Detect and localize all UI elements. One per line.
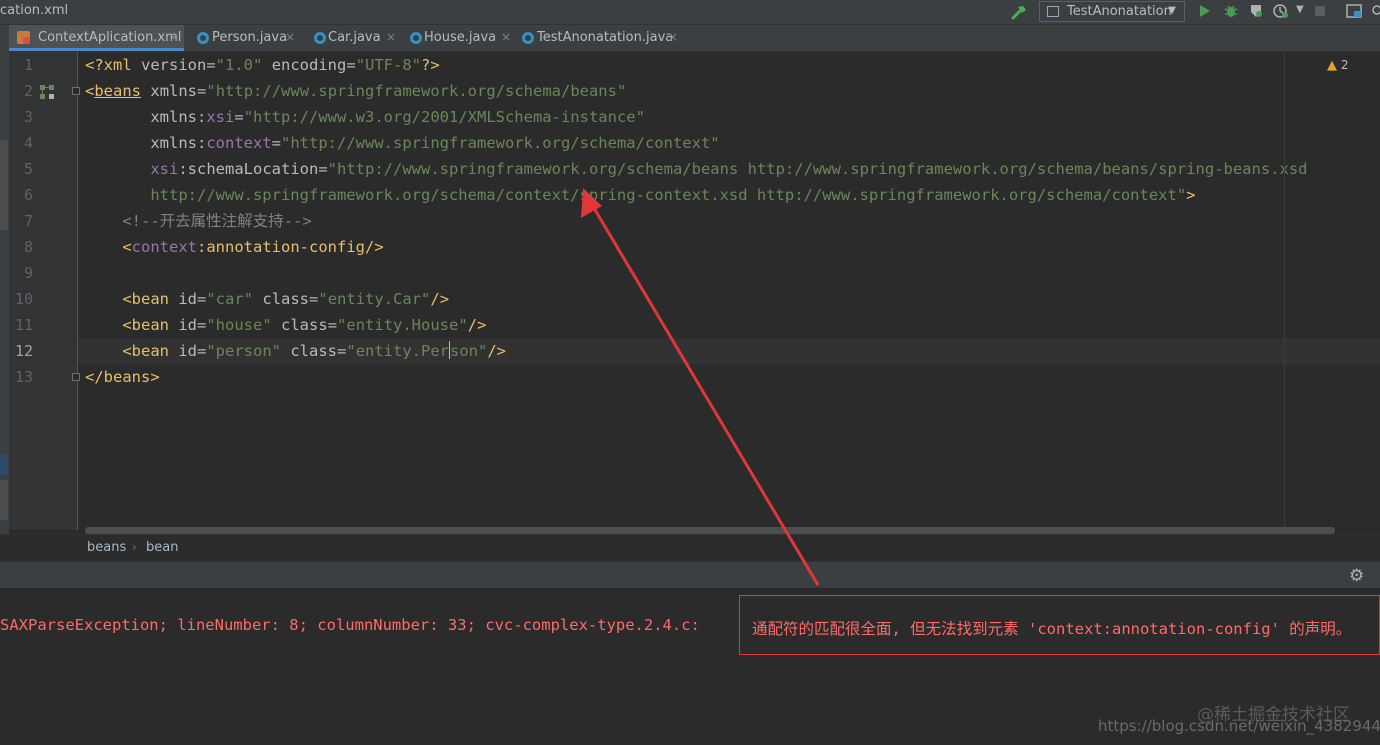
close-icon[interactable]: × bbox=[386, 30, 396, 44]
close-icon[interactable]: × bbox=[501, 30, 511, 44]
tab-testanonatation-java[interactable]: TestAnonatation.java × bbox=[514, 25, 684, 51]
spring-bean-icon[interactable] bbox=[39, 84, 55, 100]
line-number: 13 bbox=[14, 368, 33, 386]
tab-label: House.java bbox=[424, 30, 497, 45]
project-structure-icon[interactable] bbox=[1346, 3, 1362, 19]
build-hammer-icon[interactable] bbox=[1009, 2, 1029, 22]
tab-label: ContextAplication.xml bbox=[38, 30, 182, 45]
close-icon[interactable]: × bbox=[285, 30, 295, 44]
run-config-icon bbox=[1047, 6, 1059, 17]
code-line-2: <beans xmlns="http://www.springframework… bbox=[85, 82, 627, 100]
error-message-highlight: 通配符的匹配很全面, 但无法找到元素 'context:annotation-c… bbox=[752, 620, 1352, 638]
run-configuration-selector[interactable]: TestAnonatation ▼ bbox=[1039, 1, 1185, 22]
line-number: 9 bbox=[23, 264, 33, 282]
tool-strip-segment[interactable] bbox=[0, 455, 8, 475]
line-number-gutter[interactable]: 1 2 3 4 5 6 7 8 9 10 11 12 13 bbox=[9, 52, 77, 530]
code-line-6: http://www.springframework.org/schema/co… bbox=[150, 186, 1196, 204]
close-icon[interactable]: × bbox=[169, 30, 179, 44]
line-number: 3 bbox=[23, 108, 33, 126]
line-number: 1 bbox=[23, 56, 33, 74]
code-line-3: xmlns:xsi="http://www.w3.org/2001/XMLSch… bbox=[150, 108, 645, 126]
search-icon[interactable] bbox=[1370, 3, 1380, 19]
window-file-title: cation.xml bbox=[0, 3, 69, 18]
warnings-indicator[interactable]: ▲ 2 bbox=[1327, 58, 1348, 73]
chevron-right-icon: › bbox=[132, 540, 137, 554]
tab-label: Person.java bbox=[212, 30, 288, 45]
debug-bug-icon[interactable] bbox=[1223, 3, 1239, 19]
warning-icon: ▲ bbox=[1327, 58, 1337, 73]
chevron-down-icon: ▼ bbox=[1168, 5, 1176, 16]
error-message: SAXParseException; lineNumber: 8; column… bbox=[0, 616, 700, 634]
editor-tab-bar: ContextAplication.xml × Person.java × Ca… bbox=[9, 25, 1380, 52]
xml-file-icon bbox=[17, 31, 30, 44]
tool-strip-segment[interactable] bbox=[0, 140, 8, 230]
java-class-icon bbox=[314, 32, 326, 44]
error-highlight-box: 通配符的匹配很全面, 但无法找到元素 'context:annotation-c… bbox=[739, 595, 1380, 655]
profile-icon[interactable] bbox=[1272, 3, 1290, 19]
gear-icon[interactable]: ⚙ bbox=[1349, 566, 1364, 586]
line-number-current: 12 bbox=[14, 342, 33, 360]
watermark-url: https://blog.csdn.net/weixin_43829443 bbox=[1098, 717, 1380, 735]
code-line-12: <bean id="person" class="entity.Person"/… bbox=[122, 341, 507, 360]
coverage-shield-icon[interactable] bbox=[1248, 3, 1264, 19]
code-line-5: xsi:schemaLocation="http://www.springfra… bbox=[150, 160, 1308, 178]
tab-house-java[interactable]: House.java × bbox=[402, 25, 517, 51]
code-line-8: <context:annotation-config/> bbox=[122, 238, 384, 256]
code-line-1: <?xml version="1.0" encoding="UTF-8"?> bbox=[85, 56, 440, 74]
line-number: 2 bbox=[23, 82, 33, 100]
warning-count: 2 bbox=[1340, 58, 1349, 72]
line-number: 10 bbox=[14, 290, 33, 308]
line-number: 4 bbox=[23, 134, 33, 152]
line-number: 8 bbox=[23, 238, 33, 256]
code-line-13: </beans> bbox=[85, 368, 160, 386]
breadcrumb-item-bean[interactable]: bean bbox=[146, 540, 178, 555]
line-number: 7 bbox=[23, 212, 33, 230]
left-tool-strip bbox=[0, 25, 9, 560]
breadcrumb-item-beans[interactable]: beans bbox=[87, 540, 126, 555]
tool-strip-segment[interactable] bbox=[0, 480, 8, 520]
tab-label: TestAnonatation.java bbox=[537, 30, 674, 45]
run-icon[interactable] bbox=[1198, 3, 1212, 19]
code-editor[interactable]: <?xml version="1.0" encoding="UTF-8"?> <… bbox=[78, 52, 1380, 530]
chevron-down-icon[interactable]: ▼ bbox=[1296, 4, 1304, 15]
code-line-10: <bean id="car" class="entity.Car"/> bbox=[122, 290, 450, 308]
tab-label: Car.java bbox=[328, 30, 381, 45]
java-class-icon bbox=[197, 32, 209, 44]
tab-car-java[interactable]: Car.java × bbox=[306, 25, 401, 51]
code-line-4: xmlns:context="http://www.springframewor… bbox=[150, 134, 720, 152]
run-panel-header: ⚙ bbox=[0, 561, 1380, 588]
close-icon[interactable]: × bbox=[668, 30, 678, 44]
stop-icon[interactable] bbox=[1314, 3, 1326, 19]
line-number: 6 bbox=[23, 186, 33, 204]
tab-person-java[interactable]: Person.java × bbox=[189, 25, 301, 51]
title-bar: cation.xml TestAnonatation ▼ ▼ bbox=[0, 0, 1380, 25]
java-class-icon bbox=[522, 32, 534, 44]
tab-contextaplication-xml[interactable]: ContextAplication.xml × bbox=[9, 25, 184, 51]
code-line-7: <!--开去属性注解支持--> bbox=[122, 212, 312, 230]
line-number: 11 bbox=[14, 316, 33, 334]
run-config-label: TestAnonatation bbox=[1067, 4, 1172, 19]
line-number: 5 bbox=[23, 160, 33, 178]
right-margin-guide bbox=[1284, 52, 1285, 530]
breadcrumb: beans › bean bbox=[0, 534, 1380, 561]
code-line-11: <bean id="house" class="entity.House"/> bbox=[122, 316, 487, 334]
java-class-icon bbox=[410, 32, 422, 44]
horizontal-scrollbar[interactable] bbox=[85, 527, 1335, 534]
